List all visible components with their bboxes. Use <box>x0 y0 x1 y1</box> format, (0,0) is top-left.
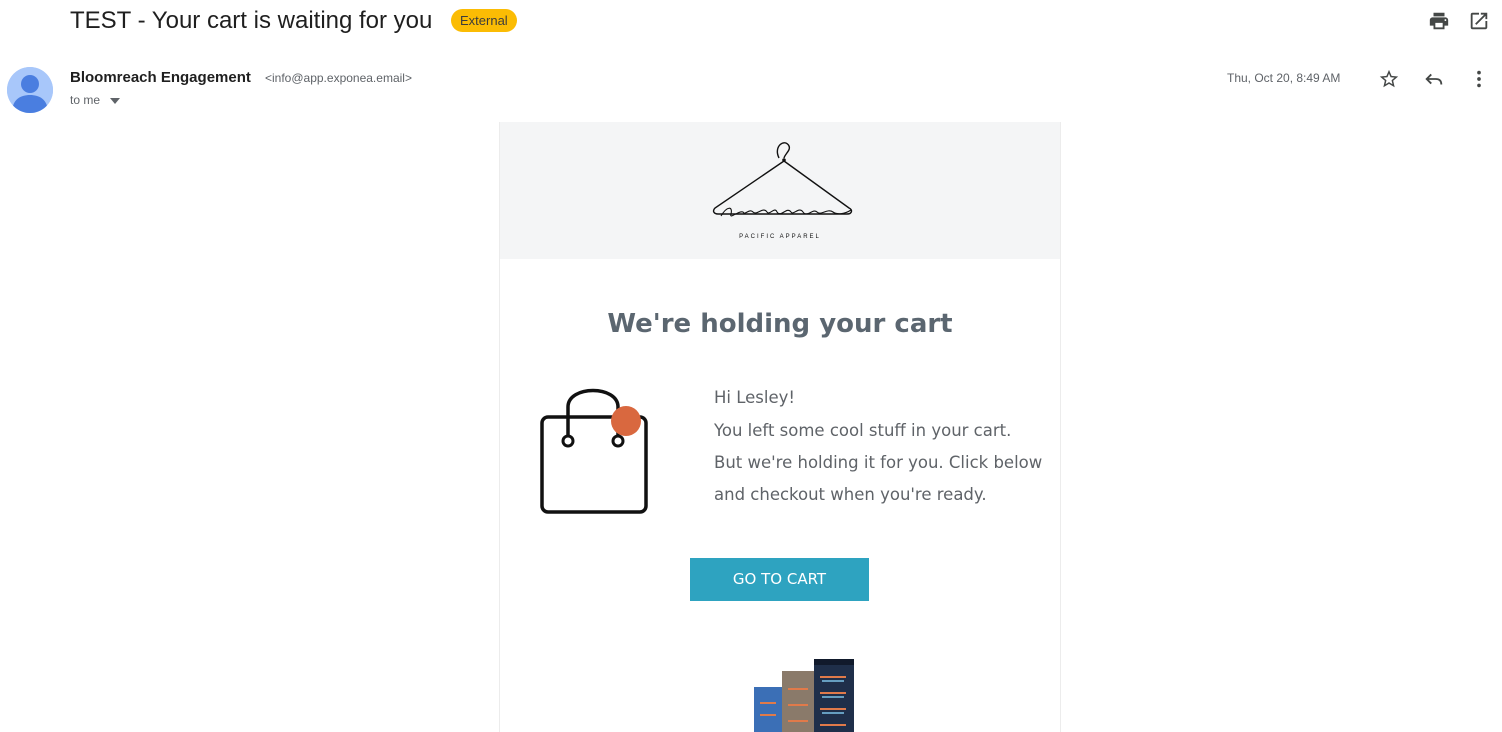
open-in-new-window-icon[interactable] <box>1468 10 1490 32</box>
message-line: You left some cool stuff in your cart. <box>714 421 1012 440</box>
pacific-logo <box>705 136 855 246</box>
email-view: TEST - Your cart is waiting for you Exte… <box>0 0 1502 732</box>
product-socks-image[interactable] <box>752 659 860 732</box>
shopping-bag-icon <box>538 377 648 517</box>
external-badge: External <box>451 9 517 32</box>
logo-caption: PACIFIC APPAREL <box>739 234 821 240</box>
star-icon[interactable] <box>1378 68 1400 90</box>
email-subject: TEST - Your cart is waiting for you <box>70 7 433 34</box>
sender-avatar[interactable] <box>7 67 53 113</box>
email-body: PACIFIC APPAREL We're holding your cart … <box>499 122 1061 732</box>
brand-header: PACIFIC APPAREL <box>500 122 1060 259</box>
message-line: But we're holding it for you. Click belo… <box>714 453 1043 472</box>
more-vert-icon[interactable] <box>1468 68 1490 90</box>
message-line: and checkout when you're ready. <box>714 485 987 504</box>
message-line: Hi Lesley! <box>714 388 796 407</box>
recipient-label[interactable]: to me <box>70 93 100 107</box>
sender-email: <info@app.exponea.email> <box>265 71 412 85</box>
caret-down-icon[interactable] <box>110 98 120 104</box>
headline: We're holding your cart <box>607 309 953 339</box>
email-date: Thu, Oct 20, 8:49 AM <box>1227 71 1341 85</box>
print-icon[interactable] <box>1428 10 1450 32</box>
sender-name[interactable]: Bloomreach Engagement <box>70 69 251 86</box>
reply-icon[interactable] <box>1423 68 1445 90</box>
go-to-cart-button[interactable]: GO TO CART <box>690 558 869 601</box>
